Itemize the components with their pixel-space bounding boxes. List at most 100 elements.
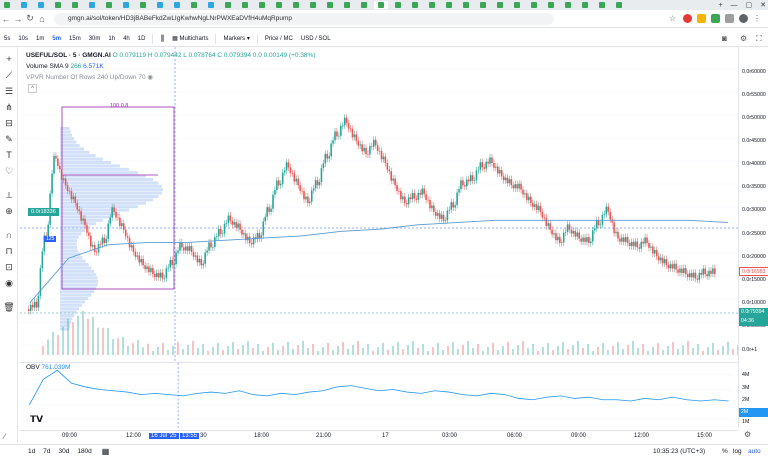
browser-tab[interactable] bbox=[136, 1, 150, 9]
price-mc-toggle[interactable]: Price / MC bbox=[261, 36, 297, 42]
interval-5m[interactable]: 5m bbox=[48, 36, 65, 42]
browser-tab[interactable] bbox=[408, 1, 422, 9]
browser-tab[interactable] bbox=[442, 1, 456, 9]
clock-label[interactable]: 10:35:23 (UTC+3) bbox=[653, 448, 705, 455]
magnet-icon[interactable]: ∩ bbox=[3, 229, 15, 241]
ruler-icon[interactable]: ⟂ bbox=[3, 189, 15, 201]
heart-icon[interactable]: ♡ bbox=[3, 165, 15, 177]
browser-tab[interactable] bbox=[17, 1, 31, 9]
brush-icon[interactable]: ✎ bbox=[3, 133, 15, 145]
reload-icon[interactable]: ↻ bbox=[24, 13, 36, 24]
menu-icon[interactable]: ⋮ bbox=[753, 14, 762, 23]
extension-icon[interactable] bbox=[697, 14, 706, 23]
browser-tab[interactable] bbox=[204, 1, 218, 9]
auto-toggle[interactable]: auto bbox=[748, 448, 761, 455]
eye-icon[interactable]: ◉ bbox=[147, 74, 153, 81]
lock-drawings-icon[interactable]: ⊡ bbox=[3, 261, 15, 273]
browser-tab[interactable] bbox=[561, 1, 575, 9]
price-axis[interactable]: 0.0r60000 0.0r55000 0.0r50000 0.0r45000 0.0r… bbox=[738, 47, 768, 427]
log-toggle[interactable]: log bbox=[733, 448, 742, 455]
camera-icon[interactable]: ◙ bbox=[722, 34, 727, 43]
profile-icon[interactable] bbox=[739, 14, 748, 23]
forward-icon[interactable]: → bbox=[12, 14, 24, 24]
url-field[interactable]: gmgn.ai/sol/token/HD3jBABeFkdZwLIgKwhwNg… bbox=[54, 13, 554, 25]
trendline-icon[interactable]: ⟋ bbox=[3, 69, 15, 81]
maximize-button[interactable]: ▢ bbox=[746, 1, 753, 9]
extension-icon[interactable] bbox=[711, 14, 720, 23]
collapse-legend-icon[interactable]: ^ bbox=[28, 84, 37, 93]
browser-tab[interactable] bbox=[340, 1, 354, 9]
browser-tab[interactable] bbox=[255, 1, 269, 9]
extension-icon[interactable] bbox=[683, 14, 692, 23]
browser-tab[interactable] bbox=[119, 1, 133, 9]
browser-tab[interactable] bbox=[85, 1, 99, 9]
obv-pane[interactable] bbox=[20, 362, 738, 428]
position-icon[interactable]: ⊟ bbox=[3, 117, 15, 129]
fullscreen-icon[interactable]: ⛶ bbox=[756, 34, 762, 44]
browser-tab[interactable] bbox=[170, 1, 184, 9]
interval-1m[interactable]: 1m bbox=[32, 36, 48, 42]
range-30d[interactable]: 30d bbox=[58, 448, 69, 455]
browser-tab[interactable] bbox=[0, 1, 14, 9]
interval-10s[interactable]: 10s bbox=[14, 36, 32, 42]
browser-tab[interactable] bbox=[357, 1, 371, 9]
browser-tab[interactable] bbox=[527, 1, 541, 9]
new-tab-button[interactable]: + bbox=[718, 2, 722, 9]
interval-1d[interactable]: 1D bbox=[134, 36, 150, 42]
trash-icon[interactable]: 🗑 bbox=[3, 301, 15, 313]
browser-tab[interactable] bbox=[544, 1, 558, 9]
back-icon[interactable]: ← bbox=[0, 14, 12, 24]
browser-tab[interactable] bbox=[476, 1, 490, 9]
browser-tab[interactable] bbox=[238, 1, 252, 9]
calendar-icon[interactable]: ▦ bbox=[102, 447, 110, 456]
eye-icon[interactable]: ◉ bbox=[3, 277, 15, 289]
candle-type-icon[interactable]: ⫼ bbox=[156, 34, 168, 44]
time-axis[interactable]: 09:00 12:00 16 Jul '25 13:55 30 18:00 21… bbox=[20, 430, 738, 442]
scroll-settings-icon[interactable]: ⚙ bbox=[744, 430, 751, 439]
text-icon[interactable]: T bbox=[3, 149, 15, 161]
browser-tab[interactable] bbox=[595, 1, 609, 9]
browser-tab[interactable] bbox=[51, 1, 65, 9]
interval-5s[interactable]: 5s bbox=[0, 36, 14, 42]
close-button[interactable]: ✕ bbox=[760, 1, 766, 9]
range-1d[interactable]: 1d bbox=[28, 448, 35, 455]
interval-1h[interactable]: 1h bbox=[104, 36, 119, 42]
browser-tab[interactable] bbox=[391, 1, 405, 9]
zoom-in-icon[interactable]: ⊕ bbox=[3, 205, 15, 217]
browser-tab[interactable] bbox=[289, 1, 303, 9]
browser-tab[interactable] bbox=[459, 1, 473, 9]
range-180d[interactable]: 180d bbox=[77, 448, 91, 455]
horizontal-line-price-label[interactable]: 0.0r18336 bbox=[28, 208, 59, 216]
browser-tab[interactable] bbox=[374, 1, 388, 9]
settings-icon[interactable]: ⚙ bbox=[740, 34, 747, 43]
browser-tab[interactable] bbox=[323, 1, 337, 9]
zoom-icon[interactable]: ∕ bbox=[4, 432, 5, 441]
interval-30m[interactable]: 30m bbox=[85, 36, 105, 42]
browser-tab[interactable] bbox=[102, 1, 116, 9]
browser-tab[interactable] bbox=[221, 1, 235, 9]
browser-tab[interactable] bbox=[578, 1, 592, 9]
browser-tab[interactable] bbox=[425, 1, 439, 9]
multicharts-button[interactable]: ▦ Multicharts bbox=[168, 35, 212, 42]
price-chart[interactable] bbox=[20, 47, 738, 361]
browser-tab[interactable] bbox=[306, 1, 320, 9]
currency-toggle[interactable]: USD / SOL bbox=[297, 36, 335, 42]
interval-15m[interactable]: 15m bbox=[65, 36, 85, 42]
browser-tab[interactable] bbox=[34, 1, 48, 9]
star-icon[interactable]: ☆ bbox=[669, 14, 678, 23]
browser-tab[interactable] bbox=[510, 1, 524, 9]
markers-button[interactable]: Markers ▾ bbox=[219, 35, 253, 42]
crosshair-icon[interactable]: + bbox=[3, 53, 15, 65]
marker-125[interactable]: 125 bbox=[44, 236, 57, 242]
browser-tab[interactable] bbox=[612, 1, 626, 9]
browser-tab[interactable] bbox=[493, 1, 507, 9]
range-7d[interactable]: 7d bbox=[43, 448, 50, 455]
minimize-button[interactable]: — bbox=[731, 2, 738, 9]
browser-tab[interactable] bbox=[68, 1, 82, 9]
percent-toggle[interactable]: % bbox=[722, 448, 728, 455]
home-icon[interactable]: ⌂ bbox=[36, 14, 48, 24]
fib-icon[interactable]: ☰ bbox=[3, 85, 15, 97]
puzzle-icon[interactable] bbox=[725, 14, 734, 23]
lock-icon[interactable]: ⊓ bbox=[3, 245, 15, 257]
browser-tab[interactable] bbox=[187, 1, 201, 9]
